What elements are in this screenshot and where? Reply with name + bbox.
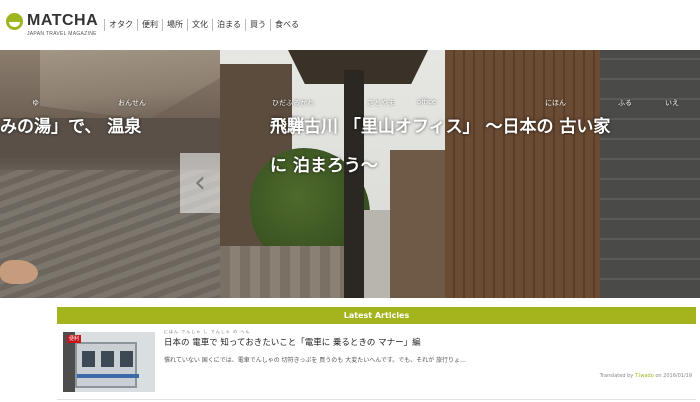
nav-item-kau[interactable]: 買う (245, 19, 270, 31)
category-badge: 便利 (67, 335, 82, 343)
category-nav: オタク 便利 場所 文化 泊まる 買う 食べる (104, 18, 303, 32)
slide-ruby: ふる (618, 99, 632, 107)
article-title-ruby: にほん でんしゃ し でんしゃ の へん (164, 329, 251, 334)
slide-title-onsen: みの湯」で、 温泉 (0, 117, 142, 137)
author-link[interactable]: T.Iwado (635, 373, 654, 379)
nav-item-benri[interactable]: 便利 (137, 19, 162, 31)
slide-ruby: さとやま (367, 99, 395, 107)
article-excerpt: 慣れていない 国くにでは、電車でんしゃの 切符きっぷを 買うのも 大変たいへんで… (164, 357, 467, 364)
nav-item-tomaru[interactable]: 泊まる (212, 19, 245, 31)
translated-label: Translated by (599, 373, 634, 379)
article-date: on 2016/01/19 (655, 373, 692, 379)
train-image (75, 342, 139, 388)
carousel-slide-hida[interactable]: ひだふるかわ さとやま office にほん ふる いえ 飛騨古川 「里山オフィ… (220, 50, 700, 298)
nav-item-taberu[interactable]: 食べる (270, 19, 303, 31)
article-title-link[interactable]: 日本の 電車で 知っておきたいこと「電車に 乗るときの マナー」編 (164, 336, 421, 348)
site-header: MATCHA JAPAN TRAVEL MAGAZINE オタク 便利 場所 文… (0, 0, 700, 50)
slide-ruby: いえ (665, 99, 679, 107)
nav-item-bunka[interactable]: 文化 (187, 19, 212, 31)
slide-ruby: おんせん (118, 99, 146, 107)
hero-carousel: ゆ おんせん みの湯」で、 温泉 ひだふるかわ さとやま office にほん … (0, 50, 700, 298)
slide-image-onsen (40, 50, 220, 120)
nav-item-otaku[interactable]: オタク (104, 19, 137, 31)
slide-ruby: にほん (545, 99, 566, 107)
nav-item-basho[interactable]: 場所 (162, 19, 187, 31)
carousel-prev-button[interactable]: ‹ (180, 153, 220, 213)
slide-ruby: office (417, 98, 437, 106)
matcha-logo[interactable]: MATCHA JAPAN TRAVEL MAGAZINE (6, 11, 98, 41)
matcha-logo-icon (6, 13, 23, 30)
slide-ruby: ゆ (32, 99, 39, 107)
slide-ruby: ひだふるかわ (272, 99, 314, 107)
logo-subtitle: JAPAN TRAVEL MAGAZINE (27, 31, 97, 37)
latest-articles-heading: Latest Articles (57, 307, 696, 324)
article-card[interactable]: 便利 にほん でんしゃ し でんしゃ の へん 日本の 電車で 知っておきたいこ… (57, 324, 696, 402)
slide-title-hida-line2: に 泊まろう～ (270, 156, 378, 176)
article-meta: Translated by T.Iwado on 2016/01/19 (600, 373, 692, 379)
article-thumbnail[interactable]: 便利 (63, 332, 155, 392)
slide-title-hida-line1: 飛騨古川 「里山オフィス」 ～日本の 古い家 (270, 117, 611, 137)
divider (57, 399, 696, 400)
logo-text: MATCHA (27, 12, 99, 29)
chevron-left-icon: ‹ (194, 165, 206, 200)
